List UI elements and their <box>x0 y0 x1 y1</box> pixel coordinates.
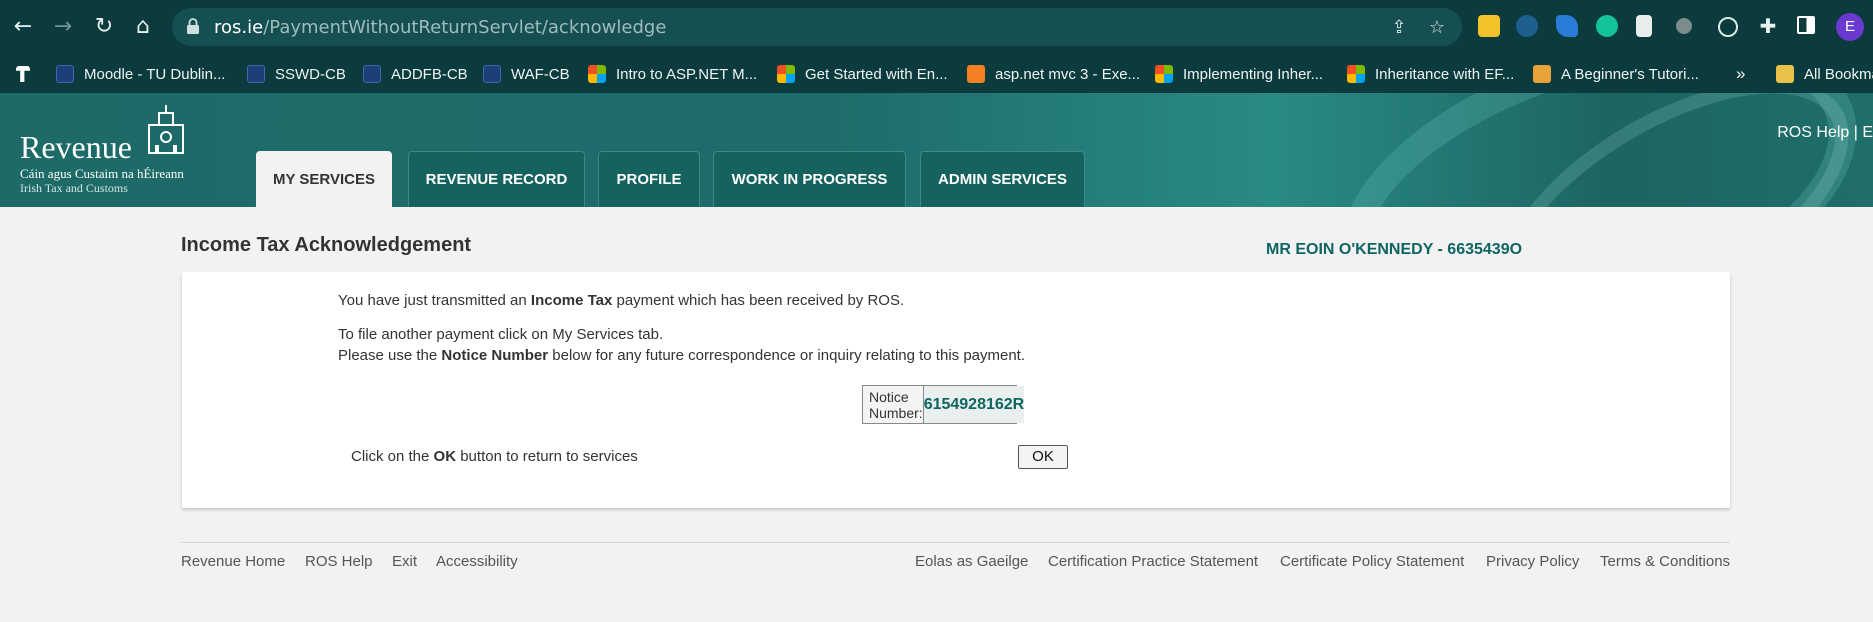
puzzle-extensions-icon[interactable]: ✚ <box>1755 11 1781 41</box>
extension-keep-icon[interactable] <box>1478 15 1500 37</box>
lock-icon <box>187 18 199 34</box>
extension-feather-icon[interactable] <box>1556 15 1578 37</box>
microsoft-icon <box>1347 65 1365 83</box>
footer-exit-link[interactable]: Exit <box>392 553 417 570</box>
notice-number-box: Notice Number: 6154928162R <box>862 385 1025 424</box>
bookmark-inheritance-ef[interactable]: Inheritance with EF... <box>1347 64 1514 84</box>
stackoverflow-icon <box>967 65 985 83</box>
browser-toolbar: ← → ↻ ⌂ ros.ie/PaymentWithoutReturnServl… <box>0 0 1873 55</box>
page-title: Income Tax Acknowledgement <box>181 234 472 256</box>
url-text: ros.ie/PaymentWithoutReturnServlet/ackno… <box>214 17 667 38</box>
footer-ros-help-link[interactable]: ROS Help <box>305 553 373 570</box>
bookmark-sswd[interactable]: SSWD-CB <box>247 64 346 84</box>
footer-accessibility-link[interactable]: Accessibility <box>436 553 518 570</box>
address-bar[interactable]: ros.ie/PaymentWithoutReturnServlet/ackno… <box>172 8 1462 46</box>
footer-terms-link[interactable]: Terms & Conditions <box>1600 553 1730 570</box>
acknowledgement-panel: You have just transmitted an Income Tax … <box>182 272 1730 508</box>
microsoft-icon <box>588 65 606 83</box>
transmitted-message: You have just transmitted an Income Tax … <box>338 292 905 309</box>
footer-certificate-policy-link[interactable]: Certificate Policy Statement <box>1280 553 1464 570</box>
tab-admin-services[interactable]: ADMIN SERVICES <box>920 151 1085 207</box>
tu-dublin-icon <box>247 65 265 83</box>
bookmarks-overflow-button[interactable]: » <box>1736 64 1745 84</box>
microsoft-icon <box>777 65 795 83</box>
footer-divider <box>181 542 1730 543</box>
tab-profile[interactable]: PROFILE <box>598 151 700 207</box>
tab-my-services[interactable]: MY SERVICES <box>256 151 392 207</box>
footer-privacy-policy-link[interactable]: Privacy Policy <box>1486 553 1579 570</box>
tab-work-in-progress[interactable]: WORK IN PROGRESS <box>713 151 906 207</box>
tu-dublin-icon <box>483 65 501 83</box>
ros-help-link[interactable]: ROS Help | E <box>1777 124 1873 142</box>
home-icon[interactable]: ⌂ <box>130 12 156 42</box>
file-another-message: To file another payment click on My Serv… <box>338 326 664 343</box>
extension-ghost-icon[interactable] <box>1676 18 1692 34</box>
bookmark-waf[interactable]: WAF-CB <box>483 64 570 84</box>
tu-dublin-icon <box>56 65 74 83</box>
reload-icon[interactable]: ↻ <box>91 12 117 42</box>
bookmark-aspnet-mvc[interactable]: asp.net mvc 3 - Exe... <box>967 64 1140 84</box>
notice-number-instruction: Please use the Notice Number below for a… <box>338 347 1026 364</box>
revenue-custom-house-logo-icon[interactable] <box>145 105 187 155</box>
logo-irish-tagline: Cáin agus Custaim na hÉireann <box>20 166 184 181</box>
footer-revenue-home-link[interactable]: Revenue Home <box>181 553 285 570</box>
extension-document-icon[interactable] <box>1636 15 1652 37</box>
folder-icon <box>1776 65 1794 83</box>
extension-grammarly-icon[interactable] <box>1596 15 1618 37</box>
footer-eolas-gaeilge-link[interactable]: Eolas as Gaeilge <box>915 553 1028 570</box>
logo-english-tagline: Irish Tax and Customs <box>20 181 128 195</box>
revenue-logo-text[interactable]: Revenue <box>20 129 132 166</box>
back-arrow-icon[interactable]: ← <box>10 12 36 42</box>
bookmark-moodle[interactable]: Moodle - TU Dublin... <box>56 64 225 84</box>
tu-dublin-icon <box>363 65 381 83</box>
ok-instruction: Click on the OK button to return to serv… <box>351 448 638 465</box>
bookmark-get-started[interactable]: Get Started with En... <box>777 64 948 84</box>
profile-avatar[interactable]: E <box>1836 13 1864 41</box>
all-bookmarks-button[interactable]: All Bookma <box>1776 64 1873 84</box>
star-bookmark-icon[interactable]: ☆ <box>1426 18 1448 38</box>
notice-number-label: Notice Number: <box>863 386 924 423</box>
bookmarks-bar: Moodle - TU Dublin... SSWD-CB ADDFB-CB W… <box>0 55 1873 93</box>
bookmark-tus-icon[interactable] <box>16 64 30 84</box>
extension-react-icon[interactable] <box>1718 17 1738 37</box>
bookmark-intro-aspnet[interactable]: Intro to ASP.NET M... <box>588 64 757 84</box>
ok-button[interactable]: OK <box>1018 445 1068 469</box>
bookmark-implementing-inher[interactable]: Implementing Inher... <box>1155 64 1323 84</box>
footer-certification-practice-link[interactable]: Certification Practice Statement <box>1048 553 1258 570</box>
tab-revenue-record[interactable]: REVENUE RECORD <box>408 151 585 207</box>
bookmark-beginners-tutorial[interactable]: A Beginner's Tutori... <box>1533 64 1699 84</box>
site-header: Revenue Cáin agus Custaim na hÉireann Ir… <box>0 93 1873 207</box>
user-name-label: MR EOIN O'KENNEDY - 6635439O <box>1266 241 1523 258</box>
tutorial-site-icon <box>1533 65 1551 83</box>
bookmark-addfb[interactable]: ADDFB-CB <box>363 64 468 84</box>
share-icon[interactable]: ⇪ <box>1388 18 1410 38</box>
microsoft-icon <box>1155 65 1173 83</box>
notice-number-value: 6154928162R <box>923 386 1025 423</box>
forward-arrow-icon[interactable]: → <box>50 12 76 42</box>
extension-translate-icon[interactable] <box>1516 15 1538 37</box>
sidebar-toggle-icon[interactable] <box>1797 16 1815 34</box>
